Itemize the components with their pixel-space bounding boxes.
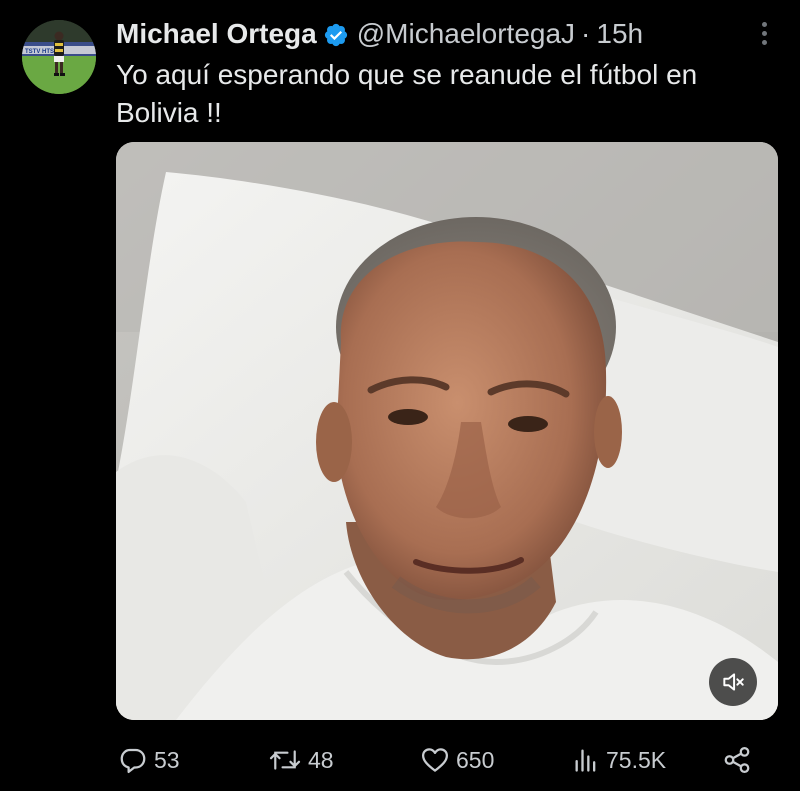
author-handle[interactable]: @MichaelortegaJ xyxy=(357,16,575,52)
like-count: 650 xyxy=(456,746,495,773)
verified-badge-icon xyxy=(323,21,349,47)
views-icon xyxy=(572,745,600,775)
views-count: 75.5K xyxy=(606,746,667,773)
tweet-header: Michael Ortega @MichaelortegaJ · 15h xyxy=(116,14,643,54)
author-display-name[interactable]: Michael Ortega xyxy=(116,16,317,52)
repost-icon xyxy=(268,745,302,775)
separator-dot: · xyxy=(581,18,591,49)
share-icon xyxy=(722,745,752,775)
author-avatar[interactable]: TSTV HTS xyxy=(22,20,96,94)
views-button[interactable]: 75.5K xyxy=(572,738,666,782)
avatar-logo-text: TSTV HTS xyxy=(25,49,54,55)
heart-icon xyxy=(420,745,450,775)
avatar-image: TSTV HTS xyxy=(22,20,96,94)
repost-count: 48 xyxy=(308,746,334,773)
post-timestamp[interactable]: 15h xyxy=(596,16,643,52)
video-player[interactable] xyxy=(116,142,778,720)
share-button[interactable] xyxy=(722,738,752,782)
more-options-icon[interactable] xyxy=(752,18,776,48)
video-thumbnail xyxy=(116,142,778,720)
reply-count: 53 xyxy=(154,746,180,773)
muted-speaker-icon[interactable] xyxy=(709,658,757,706)
like-button[interactable]: 650 xyxy=(420,738,494,782)
tweet-text: Yo aquí esperando que se reanude el fútb… xyxy=(116,59,698,128)
reply-icon xyxy=(118,745,148,775)
action-bar: 53 48 650 75.5K xyxy=(0,738,800,782)
repost-button[interactable]: 48 xyxy=(268,738,334,782)
reply-button[interactable]: 53 xyxy=(118,738,180,782)
tweet: TSTV HTS Michael Ortega @MichaelortegaJ … xyxy=(0,0,800,791)
